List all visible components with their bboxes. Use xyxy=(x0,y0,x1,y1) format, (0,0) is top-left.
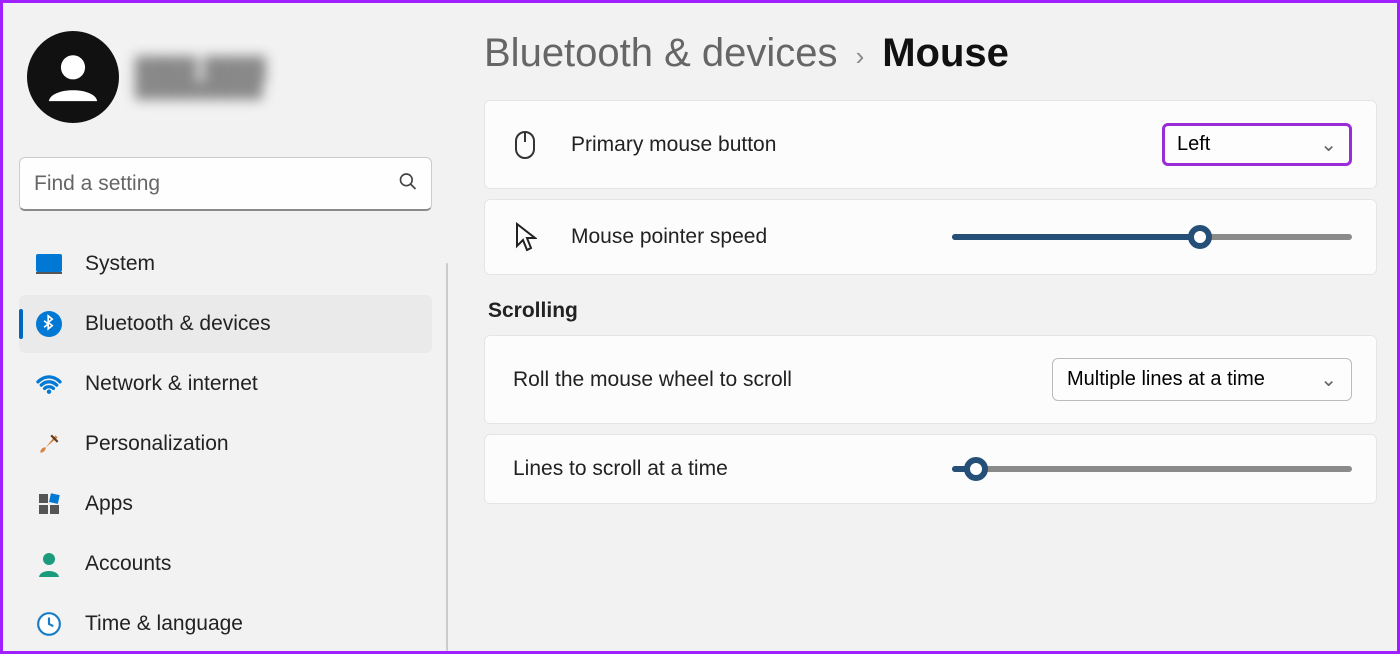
lines-scroll-row: Lines to scroll at a time xyxy=(484,434,1377,504)
search-input[interactable] xyxy=(19,157,432,211)
lines-scroll-slider[interactable] xyxy=(952,466,1352,472)
primary-mouse-button-dropdown[interactable]: Left ⌄ xyxy=(1162,123,1352,166)
chevron-down-icon: ⌄ xyxy=(1320,132,1337,157)
lines-scroll-label: Lines to scroll at a time xyxy=(513,457,728,481)
sidebar-item-bluetooth-devices[interactable]: Bluetooth & devices xyxy=(19,295,432,353)
chevron-down-icon: ⌄ xyxy=(1320,367,1337,392)
sidebar-item-label: Bluetooth & devices xyxy=(85,312,271,336)
main-pane: Bluetooth & devices › Mouse Primary mous… xyxy=(448,3,1397,651)
sidebar-scrollbar[interactable] xyxy=(446,263,448,651)
breadcrumb: Bluetooth & devices › Mouse xyxy=(484,31,1377,76)
cursor-icon xyxy=(509,222,541,252)
sidebar-item-label: System xyxy=(85,252,155,276)
sidebar-item-label: Apps xyxy=(85,492,133,516)
paintbrush-icon xyxy=(35,430,63,458)
nav: System Bluetooth & devices Network & int… xyxy=(19,235,432,653)
dropdown-value: Left xyxy=(1177,133,1210,156)
display-icon xyxy=(35,250,63,278)
wheel-scroll-row: Roll the mouse wheel to scroll Multiple … xyxy=(484,335,1377,424)
clock-globe-icon xyxy=(35,610,63,638)
wheel-scroll-label: Roll the mouse wheel to scroll xyxy=(513,368,792,392)
sidebar-item-apps[interactable]: Apps xyxy=(19,475,432,533)
search-box[interactable] xyxy=(19,157,432,211)
pointer-speed-label: Mouse pointer speed xyxy=(571,225,767,249)
sidebar-item-personalization[interactable]: Personalization xyxy=(19,415,432,473)
sidebar-item-label: Personalization xyxy=(85,432,229,456)
sidebar-item-label: Accounts xyxy=(85,552,171,576)
breadcrumb-parent[interactable]: Bluetooth & devices xyxy=(484,31,838,76)
primary-mouse-button-label: Primary mouse button xyxy=(571,133,776,157)
avatar xyxy=(27,31,119,123)
person-icon xyxy=(35,550,63,578)
primary-mouse-button-row: Primary mouse button Left ⌄ xyxy=(484,100,1377,189)
pointer-speed-row: Mouse pointer speed xyxy=(484,199,1377,275)
apps-icon xyxy=(35,490,63,518)
profile-text: ████ ████ ████████████ xyxy=(135,56,266,99)
bluetooth-icon xyxy=(35,310,63,338)
sidebar-item-label: Network & internet xyxy=(85,372,258,396)
sidebar-item-accounts[interactable]: Accounts xyxy=(19,535,432,593)
page-title: Mouse xyxy=(882,31,1009,76)
wifi-icon xyxy=(35,370,63,398)
sidebar: ████ ████ ████████████ System Bluetoo xyxy=(3,3,448,651)
mouse-icon xyxy=(509,130,541,160)
profile-block[interactable]: ████ ████ ████████████ xyxy=(19,31,432,123)
scrolling-header: Scrolling xyxy=(488,299,1377,323)
pointer-speed-slider[interactable] xyxy=(952,234,1352,240)
sidebar-item-system[interactable]: System xyxy=(19,235,432,293)
sidebar-item-label: Time & language xyxy=(85,612,243,636)
dropdown-value: Multiple lines at a time xyxy=(1067,368,1265,391)
sidebar-item-time-language[interactable]: Time & language xyxy=(19,595,432,653)
chevron-right-icon: › xyxy=(856,35,865,72)
sidebar-item-network[interactable]: Network & internet xyxy=(19,355,432,413)
wheel-scroll-dropdown[interactable]: Multiple lines at a time ⌄ xyxy=(1052,358,1352,401)
search-icon xyxy=(398,172,418,197)
